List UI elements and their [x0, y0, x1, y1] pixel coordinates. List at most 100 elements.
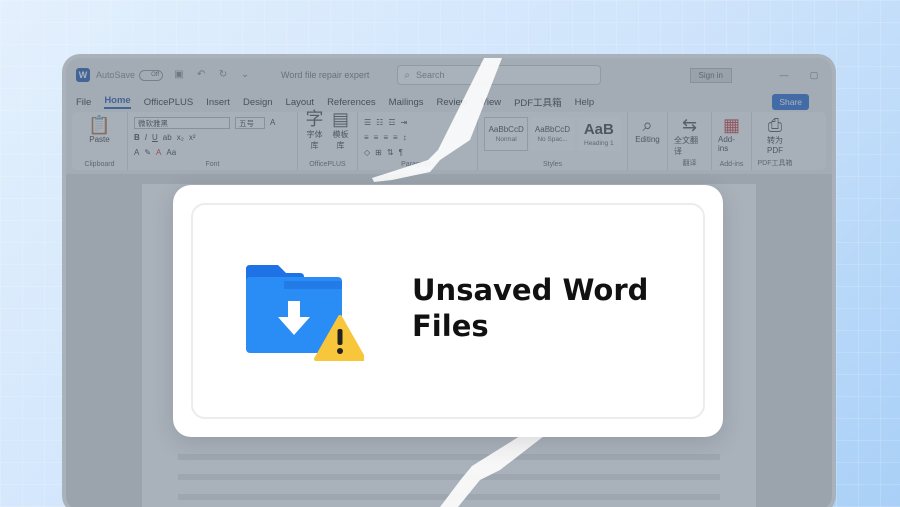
editing-group[interactable]: ⌕ Editing — [628, 112, 668, 170]
officeplus-group: 字 字体库 ▤ 模板库 OfficePLUS — [298, 109, 358, 170]
menu-design[interactable]: Design — [243, 97, 273, 108]
pdf-label-2[interactable]: PDF — [767, 146, 783, 155]
card-title-line-1: Unsaved Word — [412, 273, 649, 307]
show-marks-icon[interactable]: ¶ — [399, 148, 403, 157]
paragraph-group-label: Paragraph — [401, 161, 434, 168]
style-no-spacing-preview: AaBbCcD — [534, 125, 571, 134]
minimize-icon[interactable]: — — [776, 70, 792, 80]
search-icon: ⌕ — [404, 69, 411, 81]
clear-format-icon[interactable]: A — [270, 118, 275, 127]
menu-bar: File Home OfficePLUS Insert Design Layou… — [66, 92, 832, 112]
template-library-icon: ▤ — [331, 109, 349, 129]
text-line — [178, 474, 720, 480]
style-heading-1-preview: AaB — [583, 121, 614, 138]
bold-icon[interactable]: B — [134, 133, 140, 142]
warning-mark-dot — [337, 348, 343, 354]
menu-file[interactable]: File — [76, 97, 91, 108]
paste-icon[interactable]: 📋 — [78, 115, 121, 135]
subscript-icon[interactable]: x₂ — [177, 133, 184, 142]
customize-arrow-icon[interactable]: ⌄ — [239, 69, 251, 81]
undo-icon[interactable]: ↶ — [195, 69, 207, 81]
pdf-icon[interactable]: ⎙ — [768, 115, 782, 135]
multilevel-icon[interactable]: ☲ — [388, 118, 395, 127]
menu-officeplus[interactable]: OfficePLUS — [144, 97, 193, 108]
title-bar: W AutoSave Off ▣ ↶ ↻ ⌄ Word file repair … — [66, 58, 832, 92]
style-heading-1[interactable]: AaB Heading 1 — [576, 117, 621, 151]
save-icon[interactable]: ▣ — [173, 69, 185, 81]
word-app-icon: W — [76, 68, 90, 82]
text-line — [178, 494, 720, 500]
sign-in-button[interactable]: Sign in — [689, 67, 732, 83]
numbering-icon[interactable]: ☷ — [376, 118, 383, 127]
change-case-icon[interactable]: Aa — [166, 148, 176, 157]
italic-icon[interactable]: I — [145, 133, 147, 142]
indent-icon[interactable]: ⇥ — [401, 118, 408, 127]
translate-label[interactable]: 全文翻译 — [674, 135, 705, 157]
styles-group-label: Styles — [542, 161, 563, 168]
style-no-spacing-name: No Spac... — [537, 136, 568, 143]
translate-group-label: 翻译 — [682, 160, 697, 167]
autosave-toggle[interactable]: Off — [139, 69, 164, 81]
menu-view[interactable]: View — [481, 97, 501, 108]
addins-icon[interactable]: ▦ — [723, 115, 740, 135]
borders-icon[interactable]: ⊞ — [375, 148, 382, 157]
clipboard-group-label: Clipboard — [84, 161, 115, 168]
template-library-button[interactable]: ▤ 模板库 — [330, 109, 351, 151]
download-arrow-stem — [288, 301, 300, 319]
font-color-icon[interactable]: A — [156, 148, 161, 157]
redo-icon[interactable]: ↻ — [217, 69, 229, 81]
font-size-select[interactable]: 五号 — [235, 116, 265, 129]
paragraph-group: ☰ ☷ ☲ ⇥ ≡ ≡ ≡ ≡ ↕ ◇ ⊞ ⇅ ¶ Paragraph — [358, 112, 478, 170]
officeplus-group-label: OfficePLUS — [309, 161, 346, 168]
ribbon: 📋 Paste Clipboard 微软雅黑 五号 A B I U ab x₂ … — [72, 109, 826, 170]
autosave-label: AutoSave — [96, 70, 136, 80]
line-spacing-icon[interactable]: ↕ — [403, 133, 407, 142]
bullets-icon[interactable]: ☰ — [364, 118, 371, 127]
clipboard-group: 📋 Paste Clipboard — [72, 112, 128, 170]
align-right-icon[interactable]: ≡ — [383, 133, 388, 142]
translate-icon[interactable]: ⇆ — [682, 115, 697, 135]
menu-help[interactable]: Help — [575, 97, 595, 108]
font-name-select[interactable]: 微软雅黑 — [134, 116, 230, 129]
style-heading-1-name: Heading 1 — [584, 140, 614, 147]
highlight-icon[interactable]: ✎ — [144, 148, 151, 157]
pdf-group: ⎙ 转为 PDF PDF工具箱 — [752, 112, 798, 170]
menu-references[interactable]: References — [327, 97, 376, 108]
addins-group: ▦ Add-ins Add-ins — [712, 112, 752, 170]
style-normal[interactable]: AaBbCcD Normal — [484, 117, 529, 151]
folder-warning-icon — [246, 265, 364, 361]
menu-insert[interactable]: Insert — [206, 97, 230, 108]
justify-icon[interactable]: ≡ — [393, 133, 398, 142]
sort-icon[interactable]: ⇅ — [387, 148, 394, 157]
addins-label[interactable]: Add-ins — [718, 135, 745, 153]
template-library-label: 模板库 — [332, 130, 349, 150]
underline-icon[interactable]: U — [152, 133, 158, 142]
menu-layout[interactable]: Layout — [286, 97, 315, 108]
align-left-icon[interactable]: ≡ — [364, 133, 369, 142]
shading-icon[interactable]: ◇ — [364, 148, 370, 157]
menu-mailings[interactable]: Mailings — [389, 97, 424, 108]
menu-review[interactable]: Review — [437, 97, 468, 108]
font-group-label: Font — [205, 161, 220, 168]
font-library-button[interactable]: 字 字体库 — [304, 109, 325, 151]
font-group: 微软雅黑 五号 A B I U ab x₂ x² A ✎ A Aa Font — [128, 112, 298, 170]
strikethrough-icon[interactable]: ab — [163, 133, 172, 142]
editing-search-icon: ⌕ — [642, 115, 653, 135]
text-effects-icon[interactable]: A — [134, 148, 139, 157]
paste-label[interactable]: Paste — [78, 135, 121, 144]
share-button[interactable]: Share — [772, 94, 809, 110]
align-center-icon[interactable]: ≡ — [374, 133, 379, 142]
editing-label: Editing — [635, 135, 660, 144]
menu-home[interactable]: Home — [104, 95, 131, 109]
style-no-spacing[interactable]: AaBbCcD No Spac... — [530, 117, 575, 151]
pdf-label-1[interactable]: 转为 — [767, 135, 783, 146]
card-title-line-2: Files — [412, 309, 489, 343]
superscript-icon[interactable]: x² — [189, 133, 196, 142]
folder-shade — [284, 281, 342, 289]
font-library-label: 字体库 — [306, 130, 323, 150]
addins-group-label: Add-ins — [719, 161, 744, 168]
warning-mark-stem — [337, 329, 343, 345]
maximize-icon[interactable]: ▢ — [806, 70, 822, 81]
search-input[interactable]: ⌕ Search — [397, 65, 602, 85]
menu-pdf-tools[interactable]: PDF工具箱 — [514, 95, 562, 109]
